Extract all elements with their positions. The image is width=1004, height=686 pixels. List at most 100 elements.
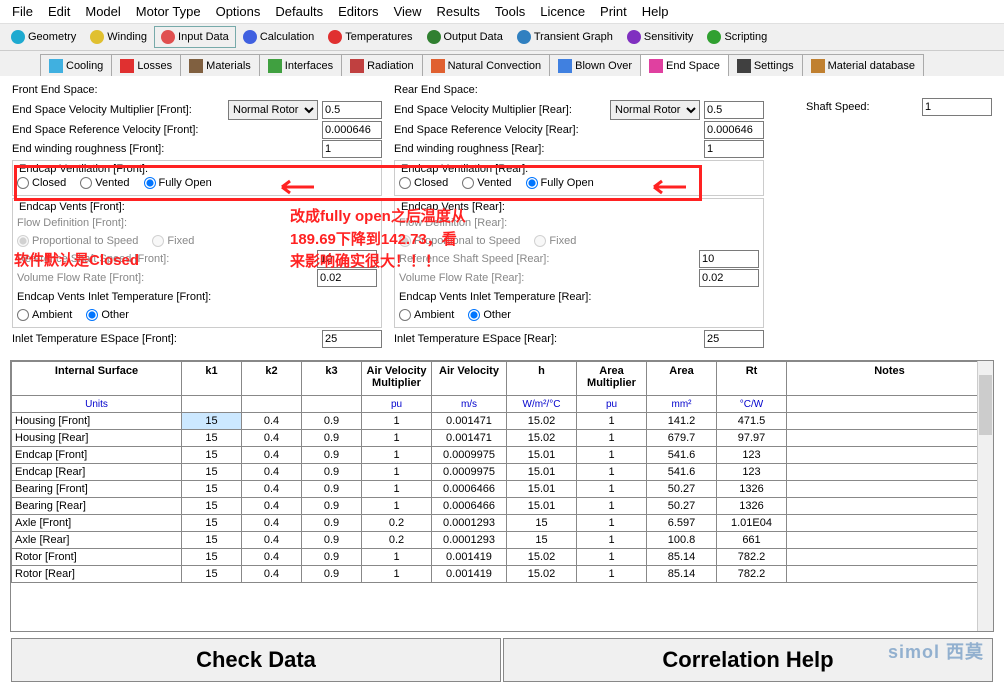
rear-inlet-ambient[interactable]: Ambient [399,309,454,321]
table-cell[interactable]: 0.001471 [432,413,507,430]
table-cell[interactable] [787,430,993,447]
table-cell[interactable]: 0.9 [302,464,362,481]
table-cell[interactable]: Bearing [Front] [12,481,182,498]
table-row[interactable]: Axle [Front]150.40.90.20.00012931516.597… [12,515,993,532]
table-cell[interactable]: 15.02 [507,549,577,566]
table-cell[interactable]: Rotor [Front] [12,549,182,566]
table-cell[interactable]: 15 [182,413,242,430]
data-table[interactable]: Internal Surfacek1k2k3Air Velocity Multi… [11,361,993,583]
table-cell[interactable] [787,566,993,583]
table-cell[interactable]: 0.4 [242,413,302,430]
toolbar-scripting[interactable]: Scripting [700,26,774,48]
rear-velmult-select[interactable]: Normal Rotor [610,100,700,120]
toolbar-sensitivity[interactable]: Sensitivity [620,26,701,48]
table-cell[interactable]: 0.0009975 [432,447,507,464]
front-refshaft-input[interactable] [317,250,377,268]
rear-refshaft-input[interactable] [699,250,759,268]
table-cell[interactable]: 15 [507,515,577,532]
menu-help[interactable]: Help [636,2,675,21]
menu-view[interactable]: View [388,2,428,21]
col-header[interactable]: k1 [182,362,242,396]
table-scrollbar[interactable] [977,361,993,631]
toolbar-geometry[interactable]: Geometry [4,26,83,48]
table-row[interactable]: Rotor [Front]150.40.910.00141915.02185.1… [12,549,993,566]
table-cell[interactable]: 0.0001293 [432,515,507,532]
table-cell[interactable]: 85.14 [647,549,717,566]
table-cell[interactable]: 15.01 [507,498,577,515]
table-cell[interactable]: 15 [182,481,242,498]
table-cell[interactable]: 1 [362,464,432,481]
table-cell[interactable]: 1.01E04 [717,515,787,532]
front-vent-fullyopen[interactable]: Fully Open [144,177,212,189]
table-cell[interactable]: 0.9 [302,430,362,447]
table-cell[interactable]: Bearing [Rear] [12,498,182,515]
table-cell[interactable]: 1 [577,447,647,464]
menu-defaults[interactable]: Defaults [269,2,329,21]
table-row[interactable]: Bearing [Front]150.40.910.000646615.0115… [12,481,993,498]
table-cell[interactable]: Endcap [Front] [12,447,182,464]
menu-editors[interactable]: Editors [332,2,384,21]
table-cell[interactable]: 15.02 [507,566,577,583]
front-flow-fixed[interactable]: Fixed [152,235,194,247]
table-row[interactable]: Endcap [Front]150.40.910.000997515.01154… [12,447,993,464]
table-cell[interactable]: 15 [182,464,242,481]
table-row[interactable]: Rotor [Rear]150.40.910.00141915.02185.14… [12,566,993,583]
table-cell[interactable]: 1 [577,566,647,583]
col-header[interactable]: Rt [717,362,787,396]
table-cell[interactable]: 0.9 [302,549,362,566]
rear-rough-input[interactable] [704,140,764,158]
table-cell[interactable]: Endcap [Rear] [12,464,182,481]
table-cell[interactable]: 1 [362,481,432,498]
col-header[interactable]: k3 [302,362,362,396]
table-cell[interactable]: Housing [Front] [12,413,182,430]
table-cell[interactable]: 661 [717,532,787,549]
table-cell[interactable]: 97.97 [717,430,787,447]
table-cell[interactable] [787,549,993,566]
table-cell[interactable]: 1 [362,430,432,447]
table-cell[interactable]: 541.6 [647,447,717,464]
table-cell[interactable]: 0.9 [302,447,362,464]
table-cell[interactable]: 1 [577,413,647,430]
table-cell[interactable]: 123 [717,464,787,481]
correlation-help-button[interactable]: Correlation Help [503,638,993,682]
table-cell[interactable]: 0.2 [362,532,432,549]
table-cell[interactable]: 0.9 [302,566,362,583]
table-row[interactable]: Axle [Rear]150.40.90.20.0001293151100.86… [12,532,993,549]
table-cell[interactable]: 1 [362,447,432,464]
table-cell[interactable]: 0.9 [302,515,362,532]
tab-settings[interactable]: Settings [728,54,803,76]
front-rough-input[interactable] [322,140,382,158]
table-cell[interactable]: Rotor [Rear] [12,566,182,583]
table-cell[interactable]: 782.2 [717,549,787,566]
table-cell[interactable]: 1 [577,464,647,481]
table-cell[interactable]: 782.2 [717,566,787,583]
table-cell[interactable] [787,532,993,549]
col-header[interactable]: Air Velocity [432,362,507,396]
table-cell[interactable]: 0.4 [242,498,302,515]
table-cell[interactable]: 0.001419 [432,566,507,583]
menu-edit[interactable]: Edit [42,2,76,21]
tab-interfaces[interactable]: Interfaces [259,54,342,76]
table-cell[interactable]: 100.8 [647,532,717,549]
table-cell[interactable]: 679.7 [647,430,717,447]
tab-natural-convection[interactable]: Natural Convection [422,54,551,76]
tab-end-space[interactable]: End Space [640,54,729,76]
table-cell[interactable]: 141.2 [647,413,717,430]
table-cell[interactable]: Axle [Front] [12,515,182,532]
table-cell[interactable]: 15 [182,447,242,464]
rear-vent-closed[interactable]: Closed [399,177,448,189]
toolbar-temperatures[interactable]: Temperatures [321,26,419,48]
front-refvel-input[interactable] [322,121,382,139]
toolbar-winding[interactable]: Winding [83,26,154,48]
front-vent-vented[interactable]: Vented [80,177,129,189]
table-cell[interactable]: 471.5 [717,413,787,430]
table-cell[interactable]: 0.9 [302,413,362,430]
table-cell[interactable]: 50.27 [647,498,717,515]
col-header[interactable]: Area [647,362,717,396]
table-cell[interactable]: 1 [577,498,647,515]
table-cell[interactable]: 1 [362,566,432,583]
front-inlet-other[interactable]: Other [86,309,129,321]
table-cell[interactable]: 15 [507,532,577,549]
front-espacetemp-input[interactable] [322,330,382,348]
toolbar-transient-graph[interactable]: Transient Graph [510,26,620,48]
